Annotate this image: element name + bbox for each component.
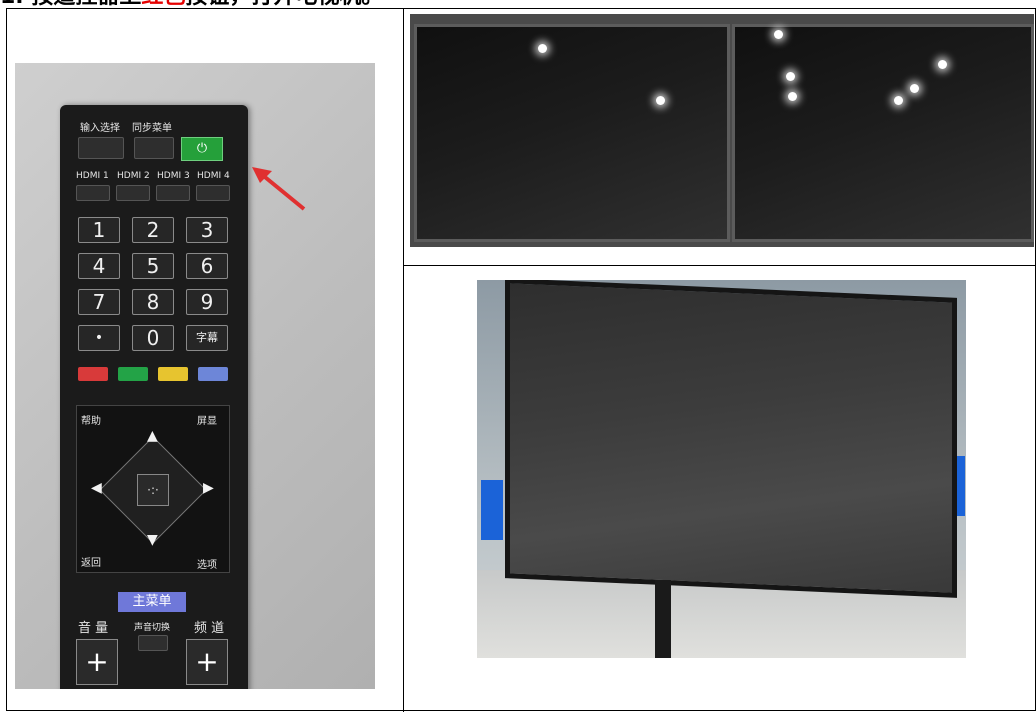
hdmi4-label: HDMI 4 bbox=[197, 171, 230, 181]
remote-control: 输入选择 同步菜单 ⏻ HDMI 1 HDMI 2 HDMI 3 HDMI 4 … bbox=[60, 105, 248, 689]
volume-up-key: + bbox=[76, 639, 118, 685]
subtitle-key: 字幕 bbox=[186, 325, 228, 351]
channel-up-key: + bbox=[186, 639, 228, 685]
arrow-left-icon: ◀ bbox=[91, 480, 102, 496]
help-label: 帮助 bbox=[81, 416, 101, 427]
blue-key bbox=[198, 367, 228, 381]
arrow-right-icon: ▶ bbox=[203, 480, 214, 496]
key-7: 7 bbox=[78, 289, 120, 315]
power-key: ⏻ bbox=[181, 137, 223, 161]
hdmi3-label: HDMI 3 bbox=[157, 171, 190, 181]
ceiling-light-reflection bbox=[938, 60, 947, 69]
hdmi1-key bbox=[76, 185, 110, 201]
table-divider-vertical bbox=[403, 9, 404, 712]
key-0: 0 bbox=[132, 325, 174, 351]
key-5: 5 bbox=[132, 253, 174, 279]
key-4: 4 bbox=[78, 253, 120, 279]
ceiling-light-reflection bbox=[538, 44, 547, 53]
hdmi1-label: HDMI 1 bbox=[76, 171, 109, 181]
ceiling-light-reflection bbox=[894, 96, 903, 105]
blue-chair bbox=[481, 480, 503, 540]
direction-pad: 帮助 屏显 返回 选项 ·:· ▲ ▼ ◀ ▶ bbox=[76, 405, 230, 573]
arrow-down-icon: ▼ bbox=[147, 532, 158, 548]
ceiling-light-reflection bbox=[910, 84, 919, 93]
red-key bbox=[78, 367, 108, 381]
heading-before: 1. 按遥控器上 bbox=[0, 0, 141, 8]
yellow-key bbox=[158, 367, 188, 381]
home-menu-key: 主菜单 bbox=[118, 592, 186, 612]
ceiling-light-reflection bbox=[786, 72, 795, 81]
arrow-up-icon: ▲ bbox=[147, 428, 158, 444]
back-label: 返回 bbox=[81, 558, 101, 569]
red-arrow-icon bbox=[252, 167, 306, 211]
key-2: 2 bbox=[132, 217, 174, 243]
green-key bbox=[118, 367, 148, 381]
sync-menu-label: 同步菜单 bbox=[132, 123, 172, 134]
key-3: 3 bbox=[186, 217, 228, 243]
key-6: 6 bbox=[186, 253, 228, 279]
input-select-label: 输入选择 bbox=[80, 123, 120, 134]
remote-control-photo: 输入选择 同步菜单 ⏻ HDMI 1 HDMI 2 HDMI 3 HDMI 4 … bbox=[15, 63, 375, 689]
sync-menu-key bbox=[134, 137, 174, 159]
options-label: 选项 bbox=[197, 560, 217, 571]
tv-stand-pole bbox=[655, 580, 671, 658]
left-wall-screen bbox=[414, 24, 730, 242]
table-divider-horizontal bbox=[403, 265, 1036, 266]
key-9: 9 bbox=[186, 289, 228, 315]
hdmi2-label: HDMI 2 bbox=[117, 171, 150, 181]
sound-switch-key bbox=[138, 635, 168, 651]
enter-key: ·:· bbox=[137, 474, 169, 506]
standing-tv-screen bbox=[505, 280, 957, 598]
power-icon: ⏻ bbox=[196, 141, 208, 156]
red-arrow-shaft bbox=[258, 171, 306, 211]
volume-label: 音 量 bbox=[78, 621, 109, 636]
channel-label: 频 道 bbox=[194, 621, 225, 636]
key-1: 1 bbox=[78, 217, 120, 243]
standing-tv-photo bbox=[477, 280, 966, 658]
ceiling-light-reflection bbox=[656, 96, 665, 105]
key-dot: • bbox=[78, 325, 120, 351]
tv-wall-photo bbox=[410, 14, 1034, 247]
right-wall-screen bbox=[732, 24, 1034, 242]
ceiling-light-reflection bbox=[788, 92, 797, 101]
ceiling-light-reflection bbox=[774, 30, 783, 39]
heading-highlight: 红色 bbox=[141, 0, 185, 8]
heading-after: 按钮，打开电视机。 bbox=[185, 0, 383, 8]
key-8: 8 bbox=[132, 289, 174, 315]
hdmi3-key bbox=[156, 185, 190, 201]
display-label: 屏显 bbox=[197, 416, 217, 427]
sound-switch-label: 声音切换 bbox=[134, 623, 171, 633]
hdmi2-key bbox=[116, 185, 150, 201]
input-select-key bbox=[78, 137, 124, 159]
instruction-heading: 1. 按遥控器上红色按钮，打开电视机。 bbox=[0, 0, 1036, 8]
hdmi4-key bbox=[196, 185, 230, 201]
